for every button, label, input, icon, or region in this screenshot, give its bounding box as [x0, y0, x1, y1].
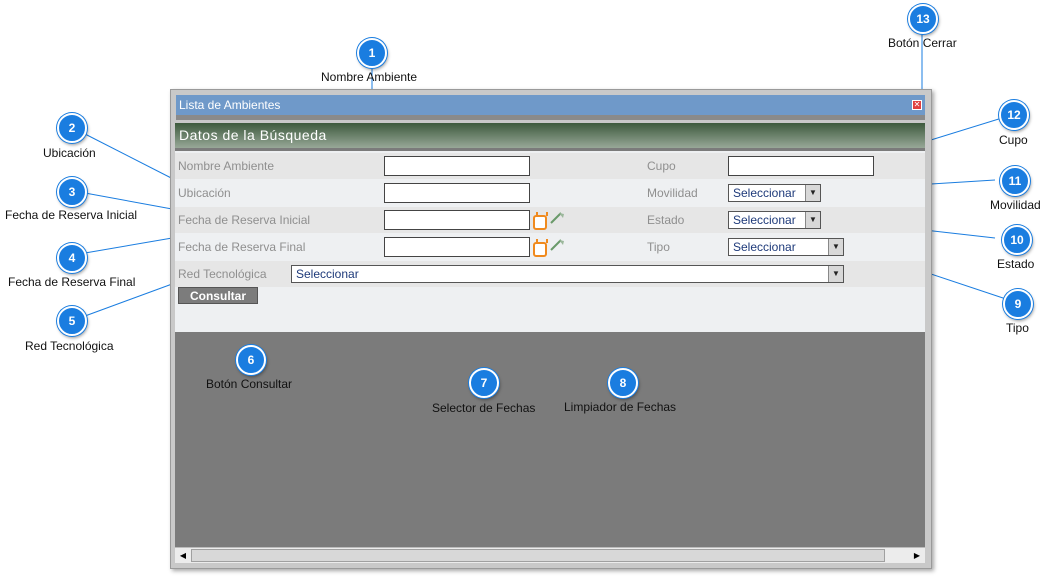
- tipo-label: Tipo: [647, 240, 670, 254]
- annotation-label-10: Estado: [997, 257, 1035, 271]
- fecha-inicial-label: Fecha de Reserva Inicial: [178, 213, 311, 227]
- section-title: Datos de la Búsqueda: [179, 127, 327, 143]
- estado-label: Estado: [647, 213, 685, 227]
- chevron-down-icon: ▼: [828, 266, 843, 282]
- scrollbar-thumb[interactable]: [191, 549, 885, 562]
- annotation-badge-9: 9: [1003, 289, 1033, 319]
- calendar-icon[interactable]: [533, 239, 548, 257]
- annotation-label-2: Ubicación: [43, 146, 96, 160]
- horizontal-scrollbar[interactable]: ◀ ▶: [175, 547, 925, 563]
- estado-select[interactable]: Seleccionar ▼: [728, 211, 821, 229]
- scroll-right-icon[interactable]: ▶: [910, 549, 924, 562]
- cupo-input[interactable]: [728, 156, 874, 176]
- nombre-ambiente-input[interactable]: [384, 156, 530, 176]
- tipo-select[interactable]: Seleccionar ▼: [728, 238, 844, 256]
- annotation-badge-10: 10: [1002, 225, 1032, 255]
- consultar-button[interactable]: Consultar: [178, 287, 258, 304]
- annotation-badge-2: 2: [57, 113, 87, 143]
- ubicacion-input[interactable]: [384, 183, 530, 203]
- annotation-label-1: Nombre Ambiente: [321, 70, 418, 84]
- window-titlebar[interactable]: Lista de Ambientes ✕: [176, 95, 925, 115]
- movilidad-label: Movilidad: [647, 186, 698, 200]
- window-title: Lista de Ambientes: [179, 98, 281, 112]
- nombre-ambiente-label: Nombre Ambiente: [178, 159, 275, 173]
- broom-icon[interactable]: [549, 238, 565, 252]
- close-icon: ✕: [913, 100, 921, 109]
- fecha-inicial-input[interactable]: [384, 210, 530, 230]
- red-tecnologica-select[interactable]: Seleccionar ▼: [291, 265, 844, 283]
- red-tecnologica-value: Seleccionar: [296, 267, 359, 281]
- annotation-label-13: Botón Cerrar: [888, 36, 957, 50]
- form-footer: [175, 318, 925, 332]
- broom-icon[interactable]: [549, 211, 565, 225]
- annotation-badge-7: 7: [469, 368, 499, 398]
- annotation-label-11: Movilidad: [990, 198, 1041, 212]
- tipo-value: Seleccionar: [733, 240, 796, 254]
- annotation-badge-3: 3: [57, 177, 87, 207]
- annotation-badge-12: 12: [999, 100, 1029, 130]
- form-row-fecha-final-tipo: Fecha de Reserva Final Tipo Seleccionar …: [175, 234, 925, 260]
- estado-value: Seleccionar: [733, 213, 796, 227]
- lista-ambientes-window: Lista de Ambientes ✕ Datos de la Búsqued…: [170, 89, 932, 569]
- annotation-badge-4: 4: [57, 243, 87, 273]
- titlebar-divider: [176, 115, 925, 120]
- section-header: Datos de la Búsqueda: [175, 123, 925, 148]
- annotation-badge-13: 13: [908, 4, 938, 34]
- annotation-badge-6: 6: [236, 345, 266, 375]
- search-form: Nombre Ambiente Cupo Ubicación Movilidad…: [175, 151, 925, 318]
- annotation-label-6: Botón Consultar: [206, 377, 293, 391]
- form-row-fecha-inicial-estado: Fecha de Reserva Inicial Estado Seleccio…: [175, 207, 925, 233]
- chevron-down-icon: ▼: [805, 212, 820, 228]
- calendar-icon[interactable]: [533, 212, 548, 230]
- annotation-badge-5: 5: [57, 306, 87, 336]
- annotation-label-4: Fecha de Reserva Final: [8, 275, 136, 289]
- annotation-label-3: Fecha de Reserva Inicial: [5, 208, 138, 222]
- close-button[interactable]: ✕: [912, 100, 922, 110]
- chevron-down-icon: ▼: [828, 239, 843, 255]
- annotation-label-12: Cupo: [999, 133, 1028, 147]
- ubicacion-label: Ubicación: [178, 186, 231, 200]
- fecha-final-label: Fecha de Reserva Final: [178, 240, 306, 254]
- annotation-badge-8: 8: [608, 368, 638, 398]
- movilidad-value: Seleccionar: [733, 186, 796, 200]
- chevron-down-icon: ▼: [805, 185, 820, 201]
- fecha-final-input[interactable]: [384, 237, 530, 257]
- annotation-label-5: Red Tecnológica: [25, 339, 114, 353]
- annotation-badge-11: 11: [1000, 166, 1030, 196]
- annotation-label-7: Selector de Fechas: [432, 401, 536, 415]
- form-row-red-tecnologica: Red Tecnológica Seleccionar ▼: [175, 261, 925, 287]
- form-row-nombre-cupo: Nombre Ambiente Cupo: [175, 153, 925, 179]
- red-tecnologica-label: Red Tecnológica: [178, 267, 267, 281]
- movilidad-select[interactable]: Seleccionar ▼: [728, 184, 821, 202]
- annotation-label-8: Limpiador de Fechas: [564, 400, 677, 414]
- annotation-badge-1: 1: [357, 38, 387, 68]
- scroll-left-icon[interactable]: ◀: [176, 549, 190, 562]
- form-row-ubicacion-movilidad: Ubicación Movilidad Seleccionar ▼: [175, 180, 925, 206]
- window-content: Datos de la Búsqueda Nombre Ambiente Cup…: [175, 123, 925, 563]
- annotation-label-9: Tipo: [1006, 321, 1029, 335]
- cupo-label: Cupo: [647, 159, 676, 173]
